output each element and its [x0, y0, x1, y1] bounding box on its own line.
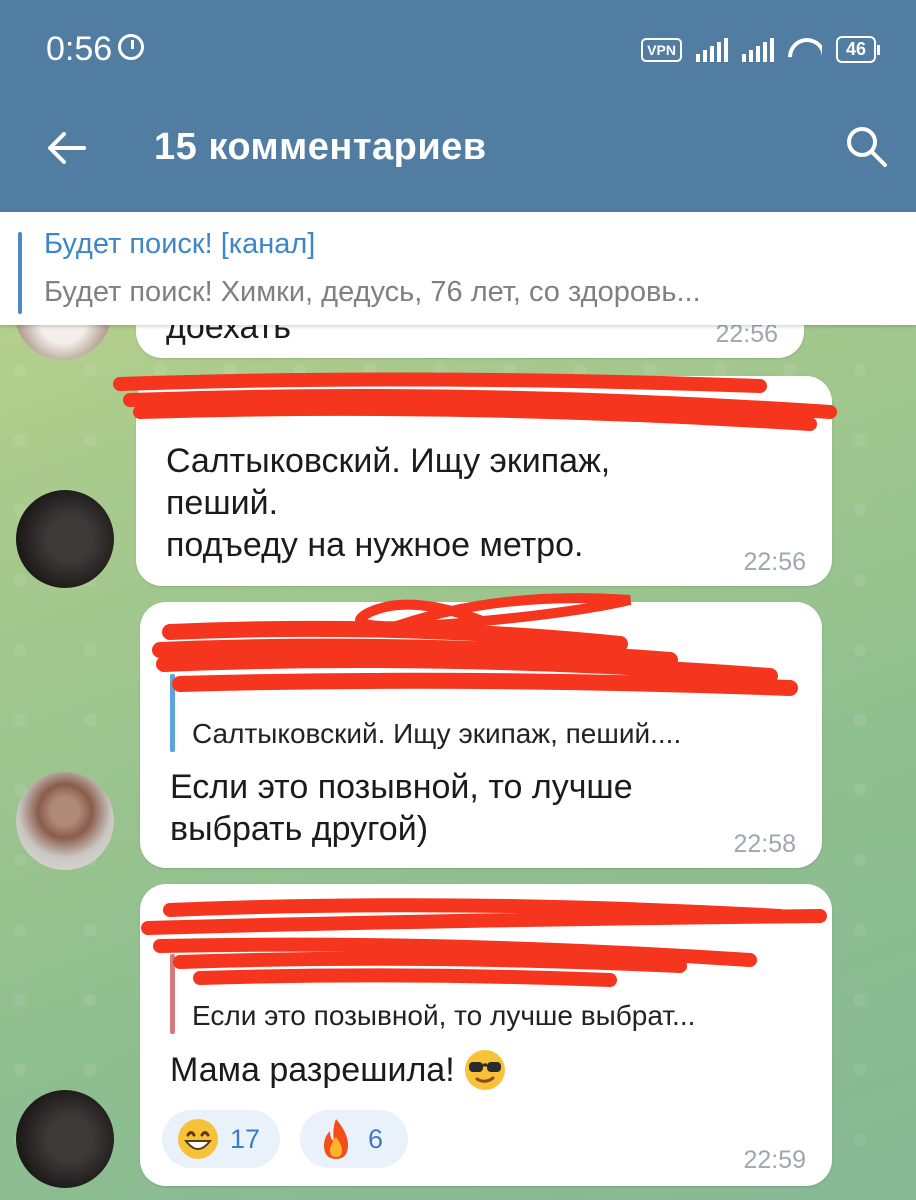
signal-icon [695, 37, 728, 62]
message-text: Если это позывной, то лучше выбрать друг… [170, 768, 633, 848]
message-bubble[interactable]: Салтыковский. Ищу экипаж, пеший.... Если… [140, 602, 822, 868]
avatar[interactable] [16, 490, 114, 588]
vpn-icon: VPN [641, 37, 682, 62]
fire-emoji-icon [324, 1119, 348, 1159]
battery-icon: 46 [835, 36, 881, 63]
reply-accent-bar [170, 954, 175, 1034]
signal-icon-2 [741, 37, 774, 62]
message-time: 22:56 [743, 548, 806, 576]
pinned-post[interactable]: Будет поиск! [канал] Будет поиск! Химки,… [0, 212, 916, 325]
avatar[interactable] [16, 772, 114, 870]
page-title: 15 комментариев [154, 126, 487, 168]
wifi-icon [788, 38, 822, 62]
message-time: 22:58 [733, 830, 796, 858]
pinned-title: Будет поиск! [канал] [44, 228, 316, 260]
status-icons: VPN 46 [641, 36, 881, 63]
message-text-content: Мама разрешила! [170, 1051, 455, 1089]
message-bubble[interactable]: Если это позывной, то лучше выбрат... Ма… [140, 884, 832, 1186]
cool-emoji-icon [464, 1050, 505, 1090]
reaction-grin[interactable]: 17 [162, 1110, 281, 1168]
reaction-count: 17 [230, 1123, 261, 1154]
pinned-text: Будет поиск! Химки, дедусь, 76 лет, со з… [44, 276, 701, 308]
reply-accent-bar [170, 674, 175, 752]
reply-quote[interactable]: Если это позывной, то лучше выбрат... [170, 954, 800, 1034]
message-text: Салтыковский. Ищу экипаж, пеший. подъеду… [166, 442, 611, 564]
reaction-fire[interactable]: 6 [300, 1110, 408, 1168]
reply-text: Салтыковский. Ищу экипаж, пеший.... [192, 718, 682, 749]
reply-quote[interactable]: Салтыковский. Ищу экипаж, пеший.... [170, 674, 790, 752]
grin-emoji-icon [178, 1119, 218, 1159]
message-bubble[interactable]: Салтыковский. Ищу экипаж, пеший. подъеду… [136, 376, 832, 586]
pinned-accent-bar [18, 232, 22, 314]
search-icon[interactable] [844, 124, 888, 168]
back-arrow-icon[interactable] [44, 126, 88, 170]
alarm-icon [118, 34, 144, 60]
message-time: 22:59 [743, 1146, 806, 1174]
app-bar: 0:56 VPN 46 15 комментариев [0, 0, 916, 212]
reply-text: Если это позывной, то лучше выбрат... [192, 1000, 696, 1031]
avatar[interactable] [16, 1090, 114, 1188]
message-text: Мама разрешила! [170, 1048, 507, 1092]
status-time: 0:56 [46, 30, 113, 68]
reaction-count: 6 [368, 1123, 384, 1154]
